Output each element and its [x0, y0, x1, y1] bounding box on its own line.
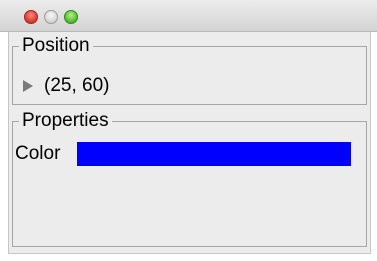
color-label: Color	[15, 143, 61, 164]
properties-group-title: Properties	[19, 111, 112, 131]
color-swatch[interactable]	[77, 142, 351, 166]
app-window: Position (25, 60) Properties Color	[0, 0, 377, 261]
minimize-window-button[interactable]	[44, 10, 58, 24]
position-group: Position (25, 60)	[12, 36, 367, 105]
properties-group: Properties Color	[12, 111, 367, 247]
position-tree-row[interactable]: (25, 60)	[23, 75, 109, 97]
title-bar[interactable]	[0, 0, 377, 32]
close-window-button[interactable]	[24, 10, 38, 24]
position-group-title: Position	[19, 36, 93, 56]
content-panel: Position (25, 60) Properties Color	[8, 32, 371, 254]
disclosure-triangle-icon[interactable]	[23, 80, 33, 92]
zoom-window-button[interactable]	[64, 10, 78, 24]
color-property-row: Color	[15, 142, 364, 166]
position-value: (25, 60)	[44, 75, 110, 96]
